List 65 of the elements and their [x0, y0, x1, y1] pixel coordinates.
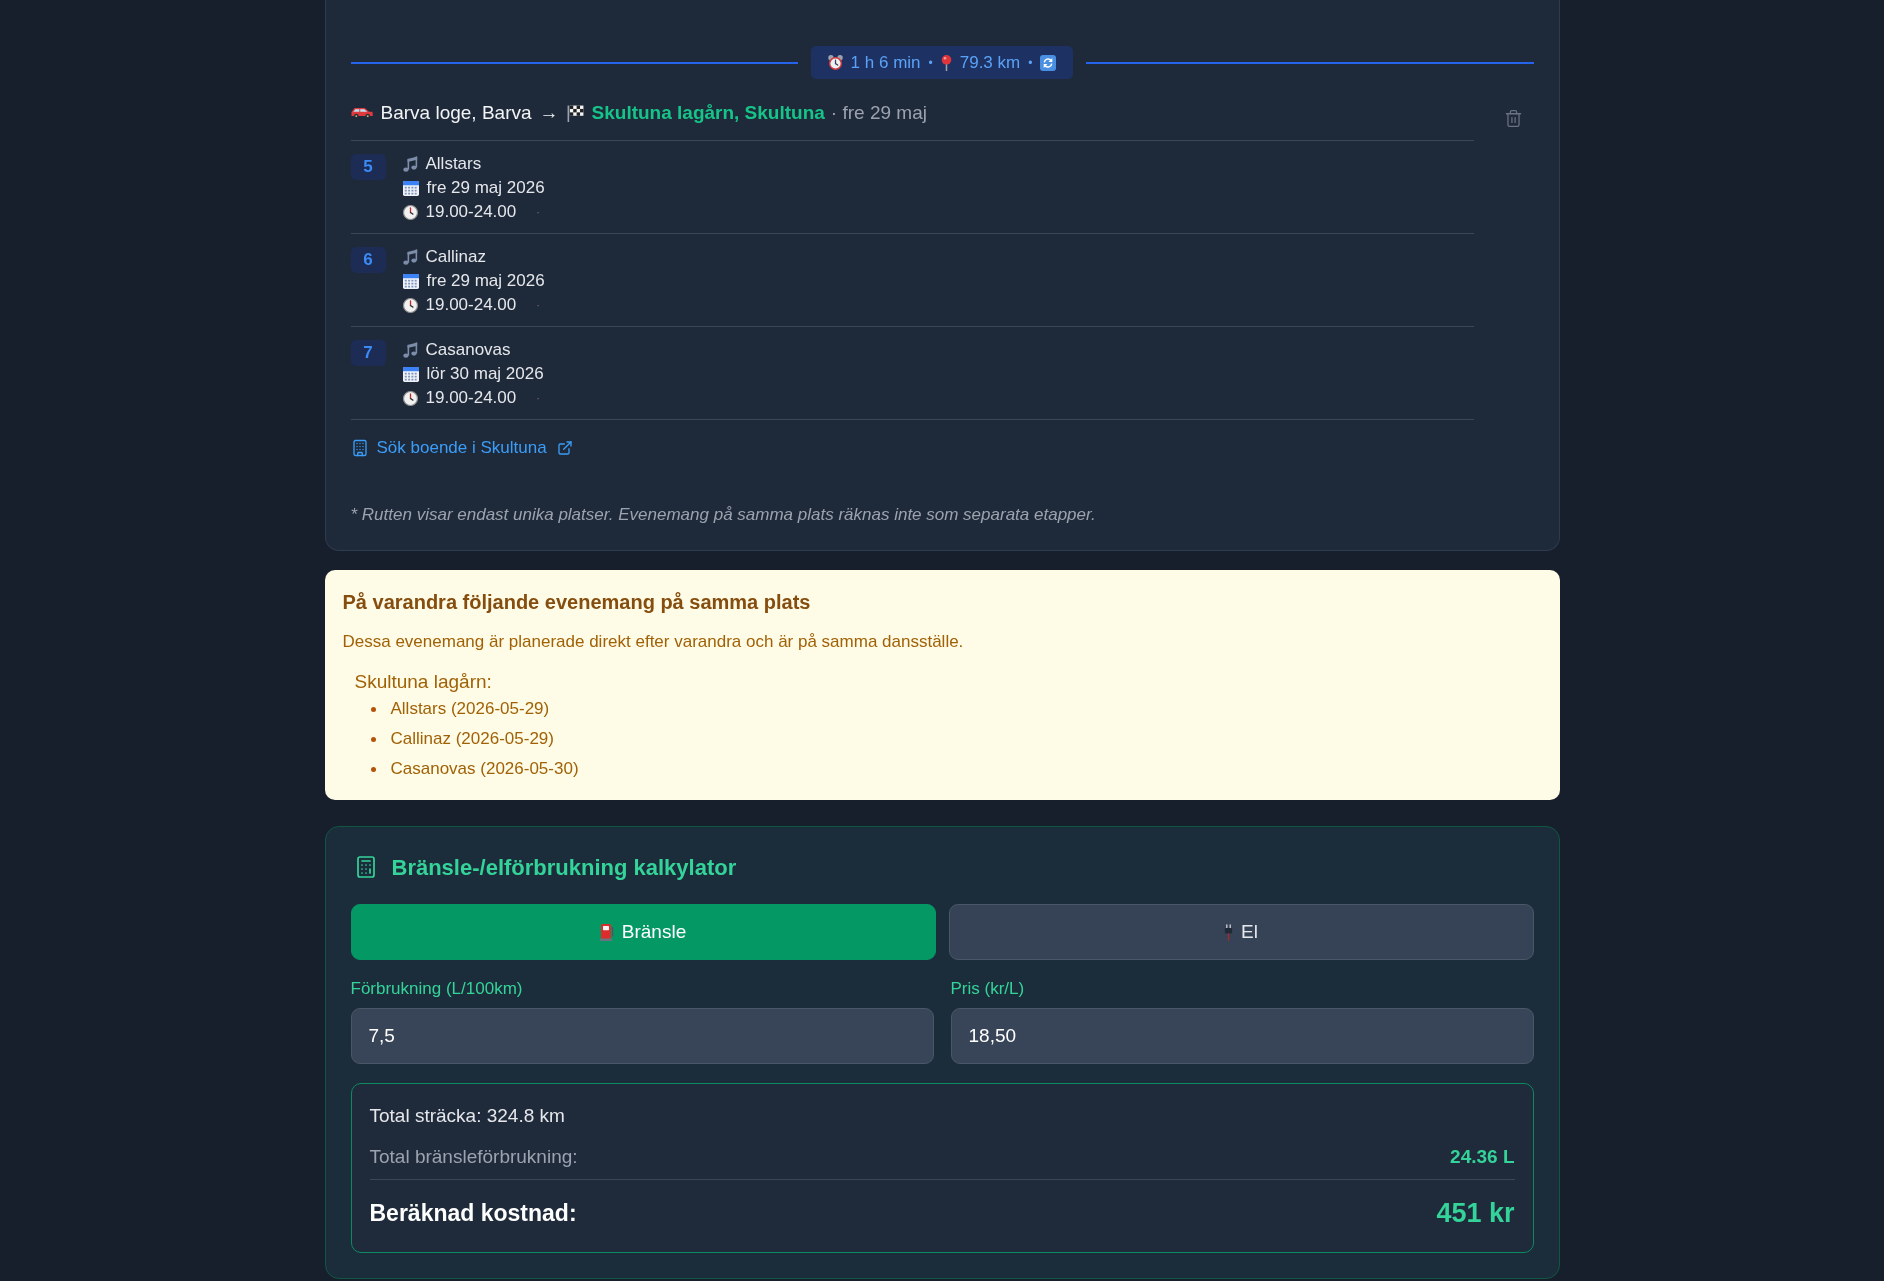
mode-tab[interactable]: El — [948, 904, 1534, 960]
music-note-icon — [402, 156, 418, 172]
consumption-value: 24.36 L — [1450, 1145, 1515, 1170]
bullet-icon — [370, 706, 376, 712]
input-field[interactable]: 18,50 — [950, 1008, 1534, 1064]
calculator-title: Bränsle-/elförbrukning kalkylator — [391, 853, 737, 882]
event-item: Callinaz (2026-05-29) — [390, 728, 554, 751]
event-name: Casanovas — [425, 339, 511, 361]
event-name: Callinaz — [425, 246, 486, 268]
checkered-flag-icon — [566, 104, 584, 122]
clock-icon — [402, 297, 418, 313]
event-date: lör 30 maj 2026 — [426, 363, 544, 385]
music-note-icon — [402, 249, 418, 265]
event-item: Casanovas (2026-05-30) — [390, 758, 579, 781]
destination-venue: Skultuna lagårn, Skultuna — [591, 101, 825, 125]
arrow-text: → — [539, 101, 559, 125]
plug-icon — [1224, 923, 1234, 941]
clock-icon — [402, 204, 418, 220]
event-date: fre 29 maj 2026 — [426, 270, 545, 292]
bullet-icon — [370, 766, 376, 772]
separator-dot: • — [1028, 54, 1033, 72]
event-time: 19.00-24.00 — [425, 387, 517, 409]
consumption-label: Total bränsleförbrukning: — [369, 1145, 578, 1170]
alarm-clock-icon — [827, 55, 843, 70]
total-distance: Total sträcka: 324.8 km — [369, 1104, 565, 1128]
separator-dot: · — [536, 298, 540, 313]
calendar-icon — [402, 273, 419, 289]
origin-venue: Barva loge, Barva — [380, 101, 532, 125]
car-icon — [350, 107, 373, 119]
stop-number-badge: 5 — [350, 154, 386, 180]
separator-dot: • — [928, 54, 933, 72]
bullet-icon — [370, 736, 376, 742]
input-field[interactable]: 7,5 — [350, 1008, 934, 1064]
cost-value: 451 kr — [1436, 1196, 1515, 1230]
stop-number-badge: 6 — [350, 247, 386, 273]
calendar-icon — [402, 180, 419, 196]
notice-description: Dessa evenemang är planerade direkt efter varandra och är på samma dansställe. — [342, 631, 965, 653]
calendar-icon — [402, 366, 419, 382]
venue-heading: Skultuna lagårn: — [354, 670, 492, 694]
building-icon — [350, 439, 369, 457]
event-item: Allstars (2026-05-29) — [390, 698, 550, 721]
leg-date: · fre 29 maj — [830, 101, 927, 125]
cost-label: Beräknad kostnad: — [369, 1198, 577, 1228]
travel-duration: 1 h 6 min — [850, 51, 921, 74]
stop-number-badge: 7 — [350, 340, 386, 366]
external-link-icon — [556, 440, 573, 456]
refresh-icon — [1040, 54, 1057, 71]
event-time: 19.00-24.00 — [425, 201, 517, 223]
field-label: Pris (kr/L) — [950, 978, 1026, 1000]
route-footnote: * Rutten visar endast unika platser. Evenemang på samma plats räknas inte som separata etapper. — [350, 504, 1097, 526]
field-label: Förbrukning (L/100km) — [350, 978, 524, 1000]
mode-tab[interactable]: Bränsle — [350, 904, 936, 960]
travel-distance: 79.3 km — [959, 51, 1021, 74]
clock-icon — [402, 390, 418, 406]
event-date: fre 29 maj 2026 — [426, 177, 545, 199]
separator-dot: · — [536, 391, 540, 406]
trash-icon[interactable] — [1503, 109, 1523, 128]
lodging-search-link[interactable]: Sök boende i Skultuna — [350, 436, 573, 460]
event-time: 19.00-24.00 — [425, 294, 517, 316]
fuel-pump-icon — [599, 923, 614, 941]
notice-title: På varandra följande evenemang på samma plats — [342, 590, 812, 615]
pin-icon — [940, 54, 952, 71]
separator-dot: · — [536, 205, 540, 220]
music-note-icon — [402, 342, 418, 358]
event-name: Allstars — [425, 153, 482, 175]
